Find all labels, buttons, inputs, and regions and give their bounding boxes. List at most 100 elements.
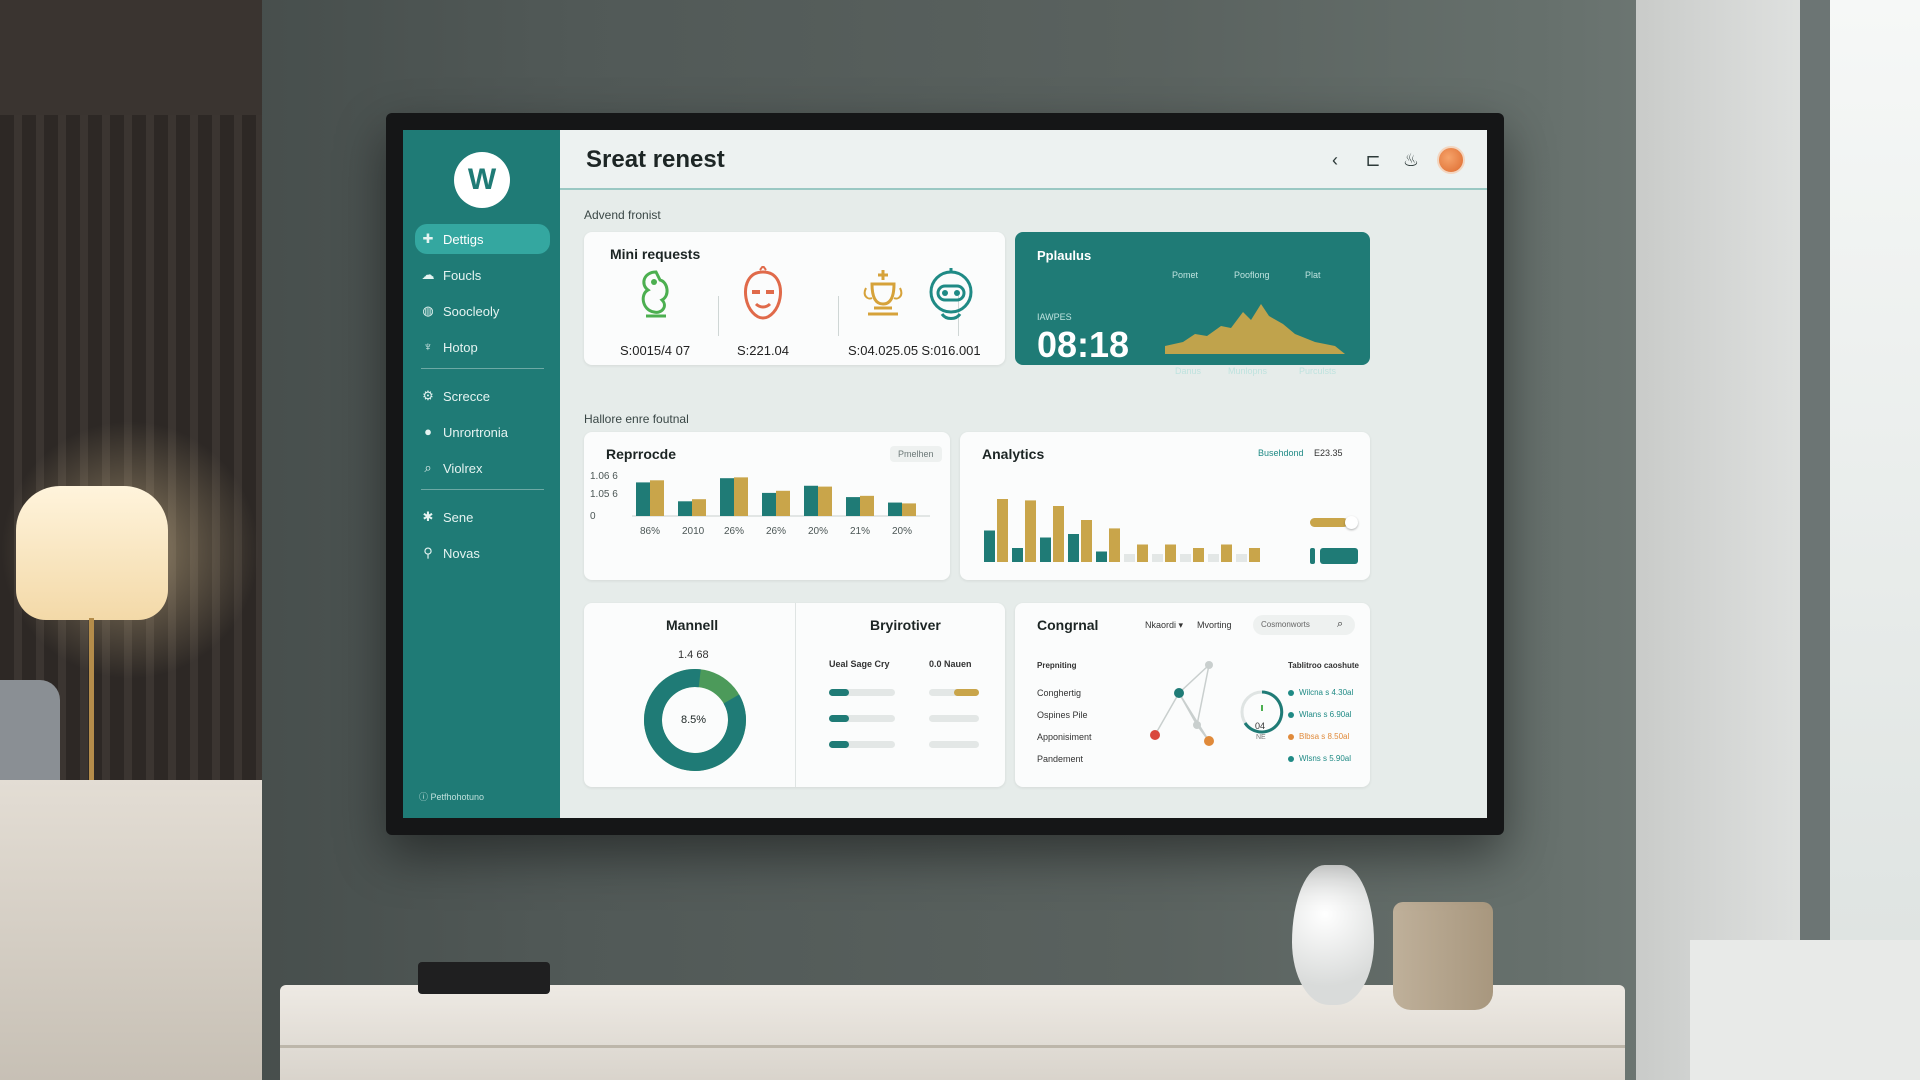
- bar[interactable]: [1096, 551, 1107, 563]
- pplaulus-time: 08:18: [1037, 324, 1130, 365]
- info-icon: ⓘ: [419, 792, 431, 802]
- crosshair-icon: ✚: [422, 231, 434, 246]
- bar[interactable]: [1068, 534, 1079, 562]
- x-tick-label: 26%: [766, 526, 786, 537]
- bar[interactable]: [762, 492, 776, 516]
- bar[interactable]: [692, 499, 706, 516]
- bar[interactable]: [1109, 528, 1120, 562]
- progress-bar-right: [929, 741, 979, 748]
- window-sill: [1690, 940, 1920, 1080]
- bar[interactable]: [1165, 544, 1176, 563]
- reprocde-bar-chart: 1.06 6 1.05 6 0 86% 2010 26% 26% 20% 21% 20%: [590, 471, 930, 537]
- congrnal-right-header: Tablitroo caoshute: [1288, 661, 1359, 670]
- bar[interactable]: [804, 485, 818, 516]
- bar[interactable]: [678, 501, 692, 516]
- bar[interactable]: [1025, 500, 1036, 562]
- bell-icon[interactable]: ♨: [1399, 148, 1423, 172]
- app-logo[interactable]: W: [454, 152, 510, 208]
- tv-frame: W ✚ Dettigs ☁ Foucls ◍ Soocleoly ♆ Hotop: [386, 113, 1504, 835]
- progress-fill: [829, 715, 849, 722]
- search-icon: ⌕: [424, 460, 432, 475]
- circle-icon: ●: [424, 424, 432, 439]
- congrnal-row[interactable]: Apponisiment: [1037, 732, 1092, 742]
- sidebar-item-sene[interactable]: ✱ Sene: [415, 502, 550, 532]
- mannell-value: 1.4 68: [678, 649, 709, 661]
- sidebar-item-soocleoly[interactable]: ◍ Soocleoly: [415, 296, 550, 326]
- sidebar-item-screcce[interactable]: ⚙ Screcce: [415, 381, 550, 411]
- bar[interactable]: [1221, 544, 1232, 563]
- sidebar-item-label: Hotop: [443, 339, 478, 355]
- congrnal-tab[interactable]: Mvorting: [1197, 620, 1232, 630]
- seahorse-icon: [641, 270, 669, 318]
- mini-request-item[interactable]: S:016.001: [896, 266, 1006, 358]
- legend-label[interactable]: Wlans s 6.90al: [1299, 710, 1351, 719]
- bar[interactable]: [997, 499, 1008, 562]
- sidebar-item-dettigs[interactable]: ✚ Dettigs: [415, 224, 550, 254]
- analytics-link[interactable]: Busehdond: [1258, 448, 1304, 458]
- bar[interactable]: [888, 502, 902, 516]
- congrnal-row[interactable]: Conghertig: [1037, 688, 1081, 698]
- reprocde-tag[interactable]: Pmelhen: [890, 446, 942, 462]
- sidebar-item-unrortronia[interactable]: ● Unrortronia: [415, 417, 550, 447]
- sidebar-footer[interactable]: ⓘ Petfhohotuno: [419, 790, 484, 803]
- pplaulus-small-label: IAWPES: [1037, 312, 1072, 322]
- bar[interactable]: [846, 497, 860, 516]
- x-tick-label: 2010: [682, 526, 705, 537]
- mini-request-item[interactable]: S:221.04: [708, 264, 818, 358]
- bar[interactable]: [984, 530, 995, 563]
- congrnal-dropdown[interactable]: Nkaordi ▾: [1145, 620, 1183, 631]
- bar[interactable]: [1249, 548, 1260, 562]
- bar[interactable]: [650, 480, 664, 516]
- congrnal-rows-header: Prepniting: [1037, 661, 1077, 670]
- gear-icon: ⚙: [422, 388, 434, 403]
- bar[interactable]: [902, 503, 916, 516]
- bryirotiver-col2: 0.0 Nauen: [929, 659, 972, 669]
- bar[interactable]: [1081, 520, 1092, 562]
- congrnal-search[interactable]: Cosmonworts ⌕: [1253, 615, 1355, 635]
- bar[interactable]: [1137, 544, 1148, 563]
- bar[interactable]: [1053, 506, 1064, 562]
- analytics-title: Analytics: [982, 446, 1045, 462]
- mini-request-item[interactable]: S:0015/4 07: [600, 266, 710, 358]
- bar-empty: [1236, 554, 1247, 562]
- sidebar-item-hotop[interactable]: ♆ Hotop: [415, 332, 550, 362]
- bar[interactable]: [818, 486, 832, 516]
- sidebar-item-violrex[interactable]: ⌕ Violrex: [415, 453, 550, 483]
- legend-label[interactable]: Blbsa s 8.50al: [1299, 732, 1349, 741]
- analytics-indicator: [1310, 548, 1315, 564]
- pplaulus-bottom-label: Munlopns: [1228, 366, 1268, 376]
- pillow: [0, 680, 60, 790]
- sidebar-item-novas[interactable]: ⚲ Novas: [415, 538, 550, 568]
- network-graph: [1150, 661, 1214, 746]
- menu-icon[interactable]: ⊏: [1361, 148, 1385, 172]
- x-tick-label: 21%: [850, 526, 870, 537]
- bar[interactable]: [1012, 548, 1023, 562]
- search-placeholder: Cosmonworts: [1261, 620, 1310, 629]
- back-icon[interactable]: ‹: [1323, 148, 1347, 172]
- reprocde-card: Reprrocde Pmelhen 1.06 6 1.05 6 0 86% 2010 26…: [584, 432, 950, 580]
- pplaulus-area-chart: [1165, 304, 1345, 354]
- congrnal-row[interactable]: Pandement: [1037, 754, 1083, 764]
- graph-node: [1174, 688, 1184, 698]
- bar[interactable]: [734, 477, 748, 516]
- toggle-fill: [1310, 518, 1349, 527]
- bar[interactable]: [860, 495, 874, 516]
- analytics-toggle[interactable]: [1310, 516, 1358, 529]
- bar[interactable]: [776, 490, 790, 516]
- congrnal-row[interactable]: Ospines Pile: [1037, 710, 1088, 720]
- analytics-button[interactable]: [1320, 548, 1358, 564]
- mini-request-value: S:221.04: [736, 343, 790, 358]
- avatar[interactable]: [1437, 146, 1465, 174]
- legend-label[interactable]: Wilcna s 4.30al: [1299, 688, 1353, 697]
- bar[interactable]: [636, 482, 650, 516]
- sidebar-item-foucls[interactable]: ☁ Foucls: [415, 260, 550, 290]
- bar[interactable]: [720, 478, 734, 516]
- congrnal-title: Congrnal: [1037, 617, 1099, 633]
- progress-bar-right: [929, 715, 979, 722]
- sidebar-item-label: Dettigs: [443, 231, 484, 247]
- legend-dot: [1288, 734, 1294, 740]
- legend-label[interactable]: Wlsns s 5.90al: [1299, 754, 1351, 763]
- sidebar-item-label: Soocleoly: [443, 303, 500, 319]
- bar[interactable]: [1193, 548, 1204, 562]
- bar[interactable]: [1040, 537, 1051, 563]
